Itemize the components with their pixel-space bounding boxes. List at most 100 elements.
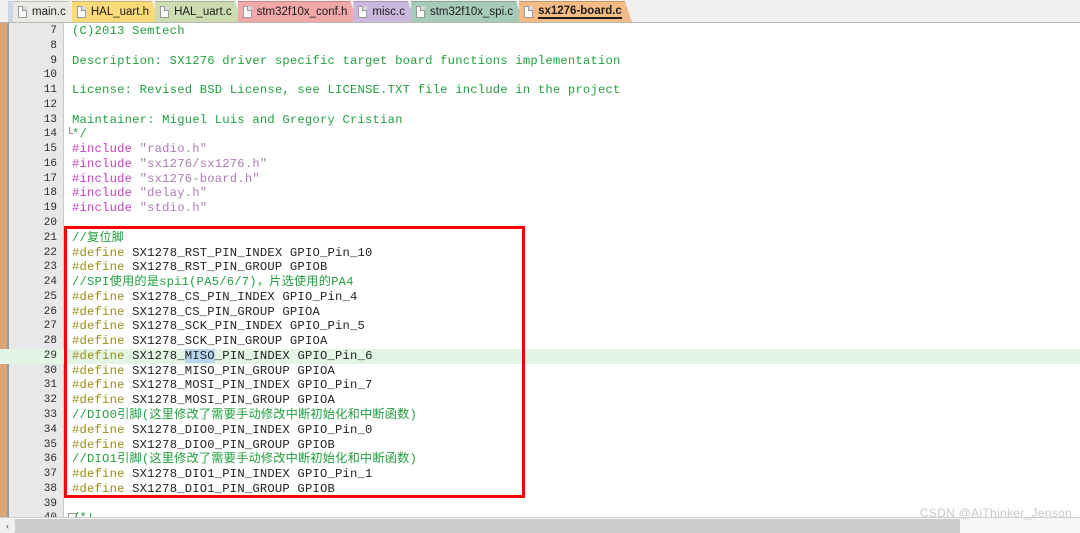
code-token: //复位脚	[72, 230, 125, 245]
line-number: 9	[50, 54, 57, 67]
code-line[interactable]: 18 #include "delay.h"	[0, 186, 1080, 201]
code-line-text[interactable]: #define SX1278_DIO0_PIN_GROUP GPIOB	[72, 438, 335, 453]
code-line[interactable]: 27 #define SX1278_SCK_PIN_INDEX GPIO_Pin_…	[0, 319, 1080, 334]
code-line[interactable]: 37 #define SX1278_DIO1_PIN_INDEX GPIO_Pin…	[0, 467, 1080, 482]
line-number: 25	[43, 290, 57, 303]
code-line[interactable]: 21 //复位脚	[0, 231, 1080, 246]
line-number: 28	[43, 335, 57, 348]
code-line[interactable]: 15 #include "radio.h"	[0, 142, 1080, 157]
line-number: 36	[43, 453, 57, 466]
code-line[interactable]: 12	[0, 98, 1080, 113]
editor-tab-misc-c[interactable]: misc.c	[353, 1, 415, 22]
editor-tab-sx1276-board-c[interactable]: sx1276-board.c	[519, 1, 632, 22]
code-token: SX1278_DIO1_PIN_GROUP GPIOB	[124, 481, 335, 496]
code-line-text[interactable]: */	[72, 127, 87, 142]
code-token: SX1278_CS_PIN_INDEX GPIO_Pin_4	[124, 289, 358, 304]
line-number: 12	[43, 98, 57, 111]
code-line-text[interactable]: #define SX1278_SCK_PIN_INDEX GPIO_Pin_5	[72, 319, 365, 334]
code-line-text[interactable]: Maintainer: Miguel Luis and Gregory Cris…	[72, 113, 403, 128]
code-line-text[interactable]: License: Revised BSD License, see LICENS…	[72, 83, 621, 98]
code-line-text[interactable]: #define SX1278_CS_PIN_INDEX GPIO_Pin_4	[72, 290, 358, 305]
editor-tab-stm32f10x-conf-h[interactable]: stm32f10x_conf.h	[238, 1, 358, 22]
editor-tab-stm32f10x-spi-c[interactable]: stm32f10x_spi.c	[411, 1, 523, 22]
editor-tab-hal-uart-c[interactable]: HAL_uart.c	[155, 1, 242, 22]
code-line[interactable]: 19 #include "stdio.h"	[0, 201, 1080, 216]
code-line[interactable]: 32 #define SX1278_MOSI_PIN_GROUP GPIOA	[0, 393, 1080, 408]
line-number: 31	[43, 379, 57, 392]
code-line[interactable]: 17 #include "sx1276-board.h"	[0, 172, 1080, 187]
code-line[interactable]: 11 License: Revised BSD License, see LICE…	[0, 83, 1080, 98]
code-line-text[interactable]: //DIO1引脚(这里修改了需要手动修改中断初始化和中断函数)	[72, 452, 417, 467]
code-line-text[interactable]: //SPI使用的是spi1(PA5/6/7)，片选使用的PA4	[72, 275, 354, 290]
code-token: SX1278_MOSI_PIN_INDEX GPIO_Pin_7	[124, 378, 373, 393]
code-line[interactable]: 36 //DIO1引脚(这里修改了需要手动修改中断初始化和中断函数)	[0, 452, 1080, 467]
scrollbar-thumb[interactable]	[15, 518, 960, 533]
code-line-text[interactable]: #include "sx1276-board.h"	[72, 172, 260, 187]
editor-tab-label: HAL_uart.c	[174, 6, 232, 18]
code-line-text[interactable]: #define SX1278_RST_PIN_INDEX GPIO_Pin_10	[72, 246, 373, 261]
code-line-text[interactable]: #include "delay.h"	[72, 186, 207, 201]
line-number: 26	[43, 305, 57, 318]
code-line[interactable]: 13 Maintainer: Miguel Luis and Gregory Cr…	[0, 113, 1080, 128]
code-line-text[interactable]: #include "sx1276/sx1276.h"	[72, 157, 267, 172]
code-line-text[interactable]: //DIO0引脚(这里修改了需要手动修改中断初始化和中断函数)	[72, 408, 417, 423]
code-line[interactable]: 30 #define SX1278_MISO_PIN_GROUP GPIOA	[0, 364, 1080, 379]
code-line-text[interactable]: #define SX1278_DIO1_PIN_GROUP GPIOB	[72, 482, 335, 497]
code-line-text[interactable]: #include "radio.h"	[72, 142, 207, 157]
code-editor-window: main.c HAL_uart.h HAL_uart.c stm32f10x_conf…	[0, 0, 1080, 533]
code-editor-surface[interactable]: 7 (C)2013 Semtech 8 9 Description: SX1276 d…	[0, 23, 1080, 517]
code-token: SX1278_DIO0_PIN_GROUP GPIOB	[124, 437, 335, 452]
code-token: License: Revised BSD License, see LICENS…	[72, 83, 621, 98]
code-line[interactable]: 8	[0, 39, 1080, 54]
code-line[interactable]: 31 #define SX1278_MOSI_PIN_INDEX GPIO_Pin…	[0, 378, 1080, 393]
code-line[interactable]: 26 #define SX1278_CS_PIN_GROUP GPIOA	[0, 305, 1080, 320]
code-line[interactable]: 14 └ */	[0, 127, 1080, 142]
code-token: Maintainer: Miguel Luis and Gregory Cris…	[72, 112, 403, 127]
line-number: 10	[43, 69, 57, 82]
code-line-text[interactable]: #define SX1278_RST_PIN_GROUP GPIOB	[72, 260, 327, 275]
code-line-text[interactable]: #define SX1278_CS_PIN_GROUP GPIOA	[72, 305, 320, 320]
code-line[interactable]: 34 #define SX1278_DIO0_PIN_INDEX GPIO_Pin…	[0, 423, 1080, 438]
code-line-text[interactable]: #define SX1278_DIO0_PIN_INDEX GPIO_Pin_0	[72, 423, 373, 438]
code-line[interactable]: 20	[0, 216, 1080, 231]
code-line[interactable]: 25 #define SX1278_CS_PIN_INDEX GPIO_Pin_4	[0, 290, 1080, 305]
code-token: #define	[72, 334, 125, 349]
code-line-text[interactable]: (C)2013 Semtech	[72, 24, 185, 39]
code-line[interactable]: 9 Description: SX1276 driver specific tar…	[0, 54, 1080, 69]
code-token: #include	[72, 171, 140, 186]
line-number: 32	[43, 394, 57, 407]
line-number: 14	[43, 128, 57, 141]
code-token: //DIO0引脚(这里修改了需要手动修改中断初始化和中断函数)	[72, 408, 418, 423]
code-line[interactable]: 35 #define SX1278_DIO0_PIN_GROUP GPIOB	[0, 438, 1080, 453]
code-line[interactable]: 10	[0, 68, 1080, 83]
code-line-text[interactable]: #define SX1278_DIO1_PIN_INDEX GPIO_Pin_1	[72, 467, 373, 482]
code-line[interactable]: 23 #define SX1278_RST_PIN_GROUP GPIOB	[0, 260, 1080, 275]
code-token: "radio.h"	[139, 142, 208, 157]
code-line-text[interactable]: Description: SX1276 driver specific targ…	[72, 54, 621, 69]
code-line-text[interactable]: #define SX1278_MOSI_PIN_INDEX GPIO_Pin_7	[72, 378, 373, 393]
code-line[interactable]: 28 #define SX1278_SCK_PIN_GROUP GPIOA	[0, 334, 1080, 349]
code-line[interactable]: 33 //DIO0引脚(这里修改了需要手动修改中断初始化和中断函数)	[0, 408, 1080, 423]
code-line-text[interactable]: #define SX1278_MISO_PIN_INDEX GPIO_Pin_6	[72, 348, 373, 364]
code-line-text[interactable]: #define SX1278_SCK_PIN_GROUP GPIOA	[72, 334, 327, 349]
document-icon	[243, 6, 252, 18]
code-line-text[interactable]: #include "stdio.h"	[72, 201, 207, 216]
code-line[interactable]: 29 #define SX1278_MISO_PIN_INDEX GPIO_Pin…	[0, 348, 1080, 364]
code-line[interactable]: 16 #include "sx1276/sx1276.h"	[0, 157, 1080, 172]
code-line[interactable]: 38 #define SX1278_DIO1_PIN_GROUP GPIOB	[0, 482, 1080, 497]
code-line[interactable]: 22 #define SX1278_RST_PIN_INDEX GPIO_Pin_…	[0, 246, 1080, 261]
line-number: 29	[43, 349, 57, 362]
code-line-text[interactable]: #define SX1278_MISO_PIN_GROUP GPIOA	[72, 364, 335, 379]
code-line-text[interactable]: #define SX1278_MOSI_PIN_GROUP GPIOA	[72, 393, 335, 408]
editor-tab-main-c[interactable]: main.c	[13, 1, 76, 22]
code-line-text[interactable]: //复位脚	[72, 231, 124, 246]
editor-tab-hal-uart-h[interactable]: HAL_uart.h	[72, 1, 159, 22]
scroll-left-arrow-icon[interactable]: ‹	[0, 517, 15, 533]
horizontal-scrollbar[interactable]: ‹	[0, 517, 1080, 533]
code-token: #define	[72, 260, 125, 275]
code-line[interactable]: 7 (C)2013 Semtech	[0, 24, 1080, 39]
code-line[interactable]: 39	[0, 497, 1080, 512]
line-number: 39	[43, 497, 57, 510]
line-number: 34	[43, 423, 57, 436]
code-line[interactable]: 24 //SPI使用的是spi1(PA5/6/7)，片选使用的PA4	[0, 275, 1080, 290]
